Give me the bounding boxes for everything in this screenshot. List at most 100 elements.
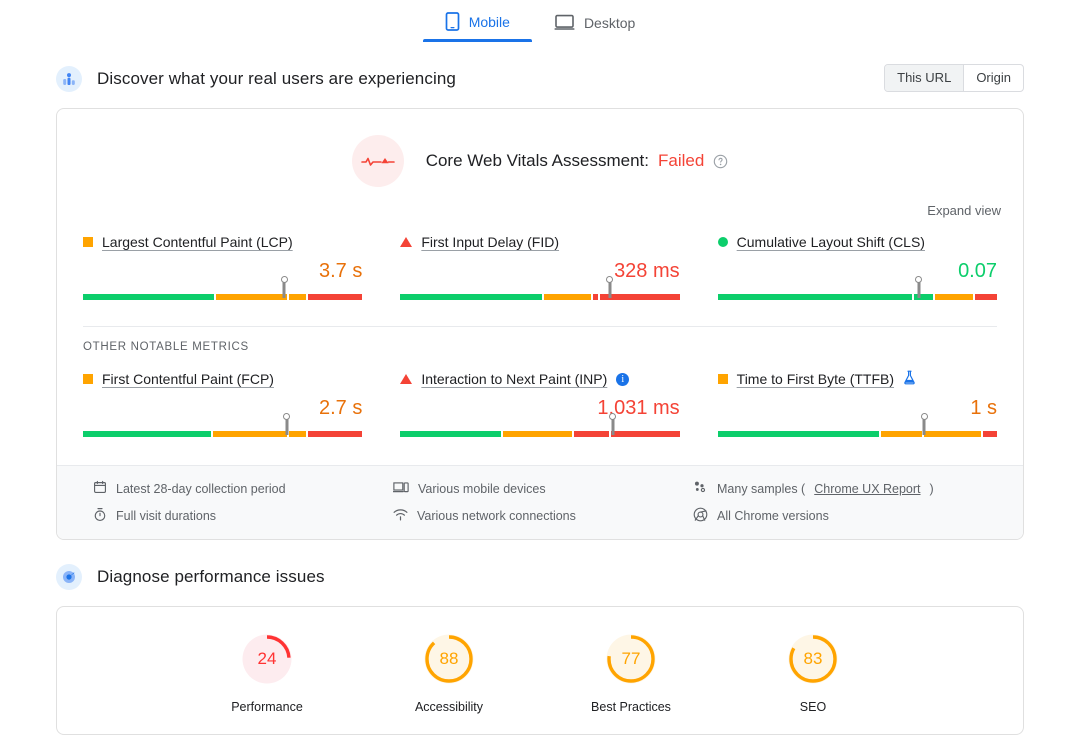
expand-view-row: Expand view	[57, 187, 1023, 218]
diagnose-icon	[56, 564, 82, 590]
bar-segment	[880, 431, 922, 437]
bar-segment	[307, 294, 363, 300]
real-users-icon	[56, 66, 82, 92]
chrome-ux-report-link[interactable]: Chrome UX Report	[814, 482, 920, 496]
devices-icon	[392, 480, 409, 497]
scope-this-url-button[interactable]: This URL	[885, 65, 964, 91]
metric-fcp-label[interactable]: First Contentful Paint (FCP)	[102, 371, 274, 387]
field-data-card: Core Web Vitals Assessment: Failed Expan…	[56, 108, 1024, 540]
bar-segment	[289, 294, 306, 300]
bar-marker	[285, 419, 289, 435]
bar-segment	[400, 431, 502, 437]
bar-segment	[923, 431, 982, 437]
network-icon	[393, 508, 408, 524]
field-data-section-header: Discover what your real users are experi…	[0, 60, 1080, 98]
scope-origin-button[interactable]: Origin	[964, 65, 1023, 91]
score-seo-value: 83	[803, 649, 823, 668]
metric-lcp-value: 3.7 s	[318, 260, 363, 282]
assessment-result: Failed	[658, 151, 705, 170]
score-performance-value: 24	[257, 649, 277, 668]
bar-segment	[83, 294, 215, 300]
bar-segment	[717, 294, 912, 300]
bar-segment	[83, 431, 212, 437]
score-accessibility-label: Accessibility	[414, 700, 484, 714]
orange-square-icon	[717, 374, 728, 384]
metric-ttfb-value: 1 s	[970, 397, 997, 419]
device-tabs: Mobile Desktop	[0, 0, 1080, 42]
bar-segment	[503, 431, 572, 437]
bar-marker	[611, 419, 615, 435]
page-title: Discover what your real users are experi…	[97, 69, 456, 88]
bar-segment	[934, 294, 974, 300]
score-performance[interactable]: 24 Performance	[207, 633, 327, 714]
meta-samples-suffix: )	[929, 481, 934, 496]
meta-visit-durations-text: Full visit durations	[116, 509, 217, 523]
scope-toggle: This URL Origin	[884, 64, 1024, 92]
metric-inp-value: 1,031 ms	[597, 397, 680, 419]
orange-square-icon	[83, 374, 93, 384]
calendar-icon	[93, 480, 107, 497]
tab-desktop[interactable]: Desktop	[532, 14, 657, 42]
bar-marker	[282, 282, 286, 298]
metric-inp-label[interactable]: Interaction to Next Paint (INP)	[421, 371, 607, 387]
metric-cls-label[interactable]: Cumulative Layout Shift (CLS)	[737, 234, 925, 250]
tab-desktop-label: Desktop	[583, 14, 636, 31]
metric-inp: Interaction to Next Paint (INP) i 1,031 …	[400, 369, 680, 449]
bar-segment	[611, 431, 680, 437]
meta-collection-period: Latest 28-day collection period	[93, 480, 393, 497]
score-best-practices-label: Best Practices	[591, 700, 671, 714]
collection-metadata: Latest 28-day collection period Various …	[57, 465, 1023, 539]
metric-ttfb-bar	[717, 419, 997, 439]
help-circle-icon[interactable]	[713, 154, 728, 169]
samples-icon	[693, 480, 708, 497]
meta-network-text: Various network connections	[417, 509, 576, 523]
score-accessibility-value: 88	[439, 649, 459, 668]
bar-segment	[717, 431, 879, 437]
metric-fid-value: 328 ms	[614, 260, 680, 282]
metric-fcp-bar	[83, 419, 363, 439]
bar-segment	[600, 294, 680, 300]
score-seo[interactable]: 83 SEO	[753, 633, 873, 714]
pulse-line-icon	[351, 135, 404, 187]
bar-segment	[975, 294, 998, 300]
metric-cls-value: 0.07	[958, 260, 997, 282]
red-triangle-icon	[400, 374, 413, 384]
desktop-monitor-icon	[554, 14, 575, 31]
meta-chrome-versions: All Chrome versions	[693, 507, 993, 525]
metric-fcp-value: 2.7 s	[318, 397, 363, 419]
expand-view-button[interactable]: Expand view	[927, 203, 1001, 218]
experimental-flask-icon[interactable]	[903, 370, 916, 388]
score-best-practices-value: 77	[621, 649, 641, 668]
bar-marker	[608, 282, 612, 298]
metric-fid: First Input Delay (FID) 328 ms	[400, 232, 680, 312]
tab-mobile[interactable]: Mobile	[422, 12, 533, 42]
red-triangle-icon	[400, 237, 413, 247]
bar-segment	[213, 431, 288, 437]
metric-ttfb: Time to First Byte (TTFB) 1 s	[717, 369, 997, 449]
metric-lcp: Largest Contentful Paint (LCP) 3.7 s	[83, 232, 363, 312]
score-accessibility[interactable]: 88 Accessibility	[389, 633, 509, 714]
meta-collection-period-text: Latest 28-day collection period	[116, 481, 286, 496]
info-icon[interactable]: i	[616, 372, 630, 386]
score-best-practices[interactable]: 77 Best Practices	[571, 633, 691, 714]
diagnose-card: 24 Performance 88 Accessibility 77 Best …	[56, 606, 1024, 735]
meta-devices: Various mobile devices	[392, 480, 693, 497]
metric-ttfb-label[interactable]: Time to First Byte (TTFB)	[737, 371, 894, 387]
metric-cls-bar	[717, 282, 998, 302]
diagnose-title: Diagnose performance issues	[97, 567, 325, 586]
metric-lcp-label[interactable]: Largest Contentful Paint (LCP)	[102, 234, 293, 250]
other-notable-metrics: First Contentful Paint (FCP) 2.7 s Inter…	[57, 355, 1023, 449]
metric-fid-label[interactable]: First Input Delay (FID)	[421, 234, 559, 250]
metric-fcp: First Contentful Paint (FCP) 2.7 s	[83, 369, 363, 449]
score-seo-label: SEO	[799, 700, 827, 714]
bar-segment	[400, 294, 543, 300]
meta-chrome-versions-text: All Chrome versions	[717, 509, 829, 523]
other-metrics-heading: OTHER NOTABLE METRICS	[83, 326, 997, 355]
bar-segment	[573, 431, 610, 437]
metric-lcp-bar	[83, 282, 363, 302]
metric-fid-bar	[400, 282, 680, 302]
score-performance-label: Performance	[231, 700, 303, 714]
stopwatch-icon	[93, 507, 107, 525]
meta-visit-durations: Full visit durations	[93, 507, 393, 525]
bar-marker	[917, 282, 921, 298]
